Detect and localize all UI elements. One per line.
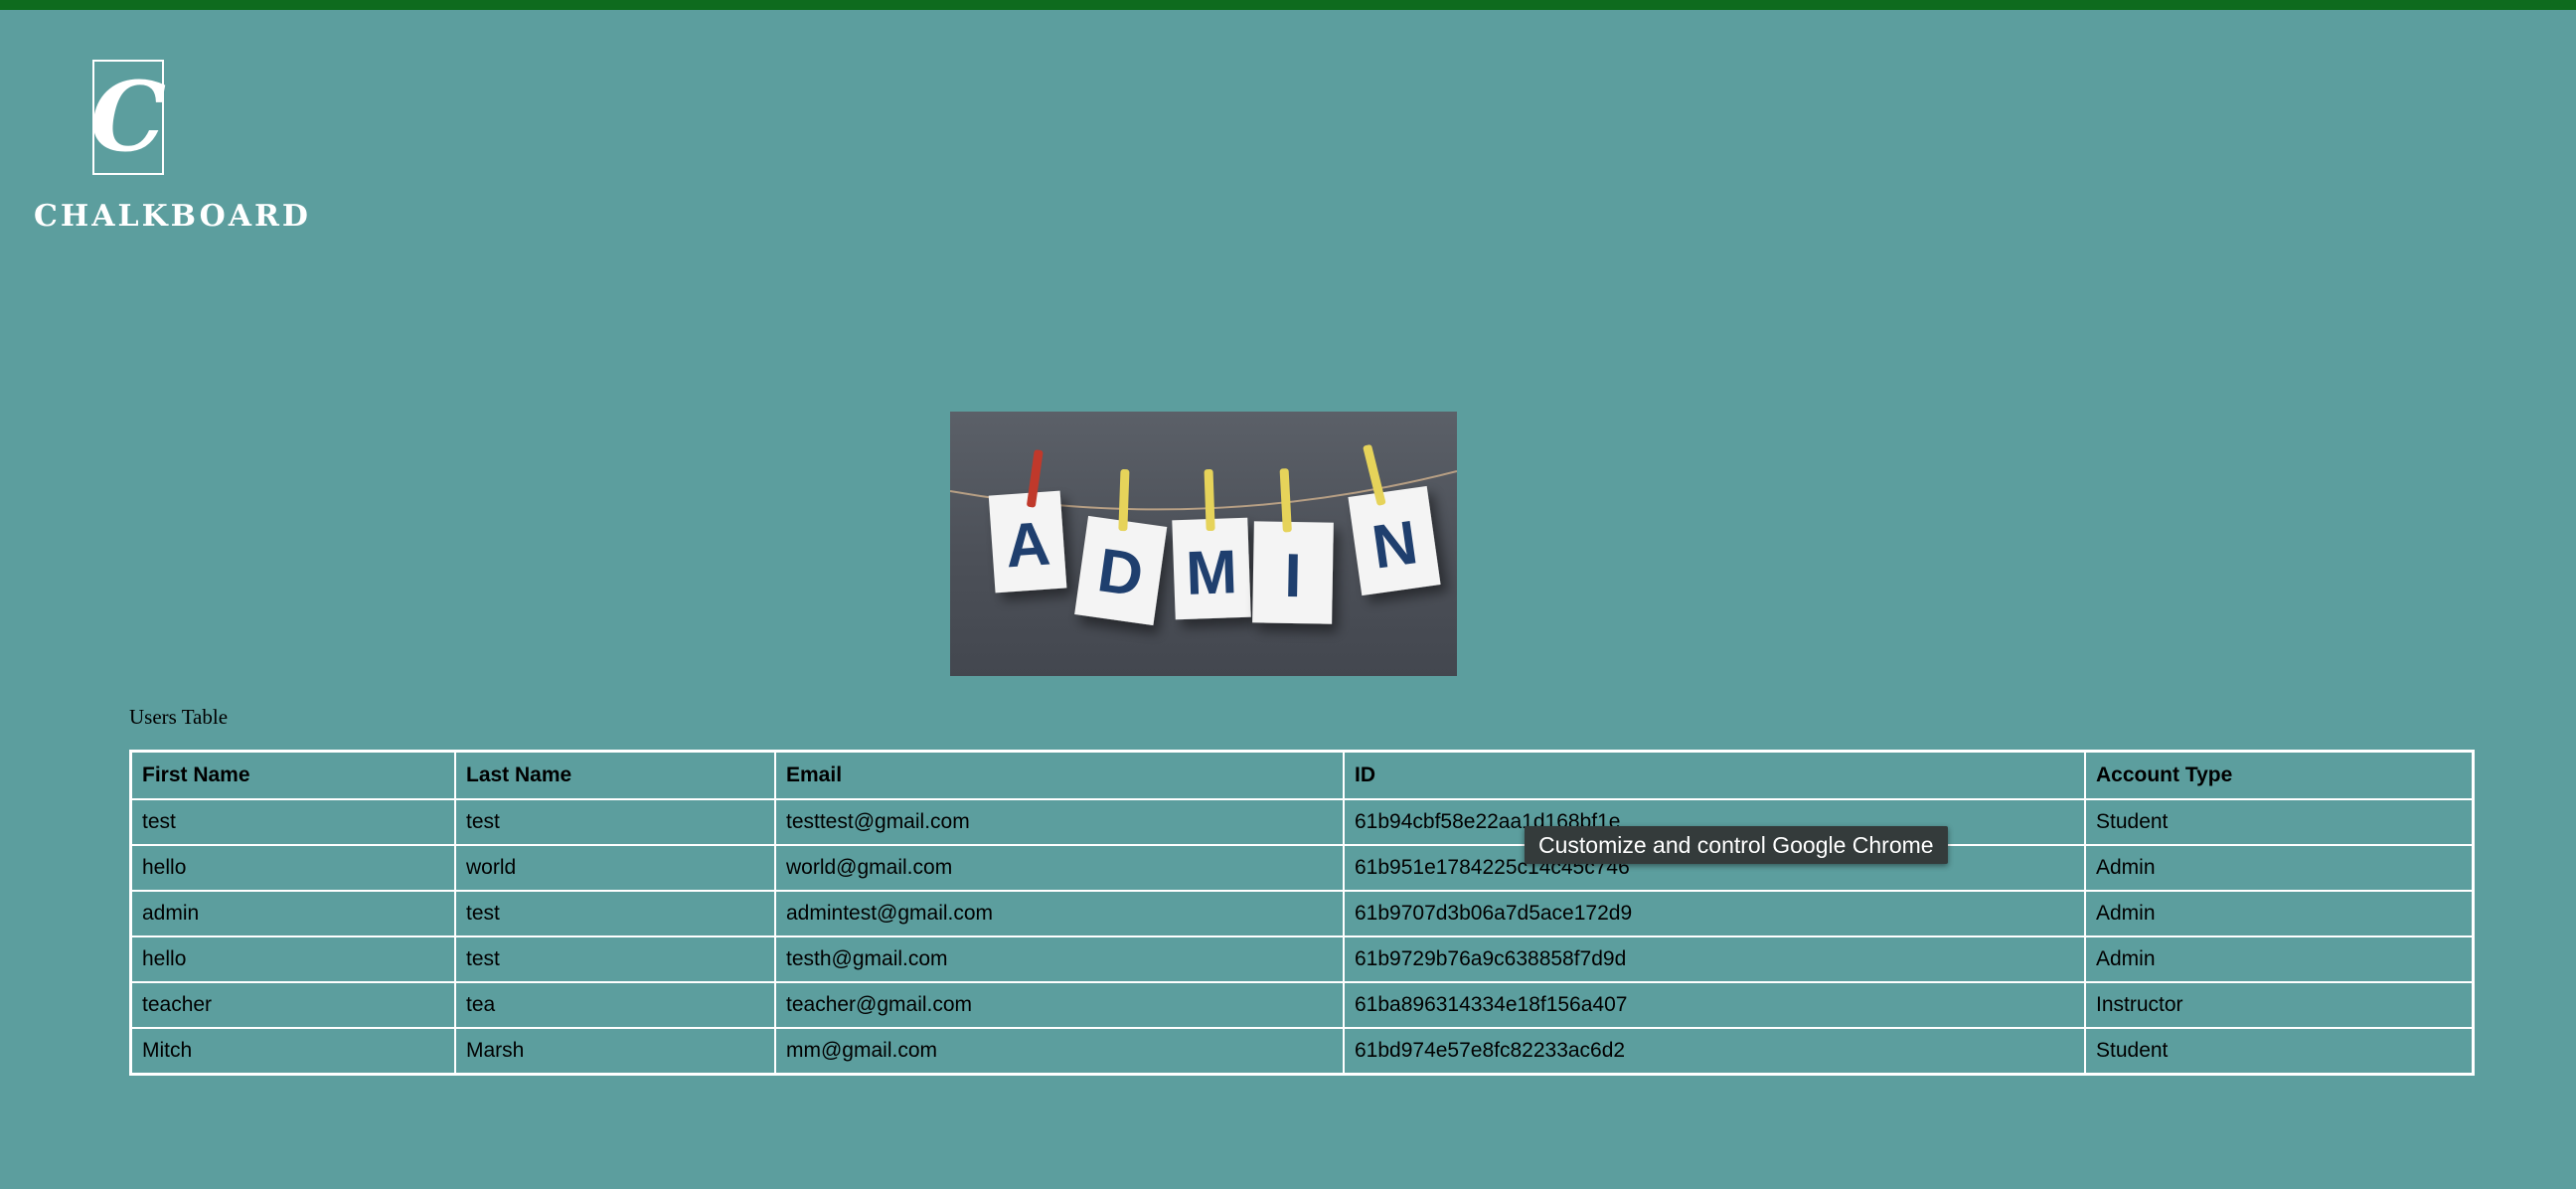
- cell-first-name: admin: [131, 891, 455, 936]
- cell-id: 61bd974e57e8fc82233ac6d2: [1344, 1028, 2085, 1074]
- cell-id: 61b9729b76a9c638858f7d9d: [1344, 936, 2085, 982]
- banner-letter-a: A: [1004, 510, 1052, 582]
- header-account-type: Account Type: [2085, 752, 2473, 799]
- cell-email: testh@gmail.com: [775, 936, 1344, 982]
- cell-account-type: Student: [2085, 1028, 2473, 1074]
- cell-email: mm@gmail.com: [775, 1028, 1344, 1074]
- header-first-name: First Name: [131, 752, 455, 799]
- logo-text: CHALKBOARD: [34, 199, 311, 234]
- cell-email: world@gmail.com: [775, 845, 1344, 891]
- cell-account-type: Admin: [2085, 936, 2473, 982]
- table-row: admin test admintest@gmail.com 61b9707d3…: [131, 891, 2473, 936]
- chalkboard-logo[interactable]: C CHALKBOARD: [34, 60, 311, 234]
- cell-account-type: Student: [2085, 799, 2473, 845]
- header-id: ID: [1344, 752, 2085, 799]
- cell-email: testtest@gmail.com: [775, 799, 1344, 845]
- cell-first-name: teacher: [131, 982, 455, 1028]
- logo-icon: C: [89, 60, 167, 175]
- banner-card-m: M: [1172, 468, 1251, 620]
- chrome-menu-tooltip: Customize and control Google Chrome: [1525, 826, 1948, 864]
- banner-card-a: A: [988, 449, 1067, 594]
- cell-last-name: test: [455, 799, 775, 845]
- cell-first-name: test: [131, 799, 455, 845]
- banner-letter-i: I: [1284, 542, 1302, 610]
- cell-account-type: Admin: [2085, 845, 2473, 891]
- cell-first-name: hello: [131, 845, 455, 891]
- cell-account-type: Admin: [2085, 891, 2473, 936]
- table-row: hello world world@gmail.com 61b951e17842…: [131, 845, 2473, 891]
- cell-id: 61b9707d3b06a7d5ace172d9: [1344, 891, 2085, 936]
- header-last-name: Last Name: [455, 752, 775, 799]
- table-row: hello test testh@gmail.com 61b9729b76a9c…: [131, 936, 2473, 982]
- table-header-row: First Name Last Name Email ID Account Ty…: [131, 752, 2473, 799]
- top-bar: [0, 0, 2576, 10]
- banner-card-n: N: [1348, 444, 1441, 596]
- cell-last-name: Marsh: [455, 1028, 775, 1074]
- banner-letter-n: N: [1368, 508, 1422, 583]
- cell-last-name: test: [455, 936, 775, 982]
- header-email: Email: [775, 752, 1344, 799]
- banner-card-i: I: [1252, 468, 1334, 624]
- cell-id: 61ba896314334e18f156a407: [1344, 982, 2085, 1028]
- users-table-caption: Users Table: [129, 705, 229, 729]
- banner-letter-d: D: [1093, 536, 1147, 610]
- cell-last-name: tea: [455, 982, 775, 1028]
- table-row: Mitch Marsh mm@gmail.com 61bd974e57e8fc8…: [131, 1028, 2473, 1074]
- admin-banner-image: A D M I N: [950, 412, 1457, 676]
- cell-email: teacher@gmail.com: [775, 982, 1344, 1028]
- users-table: First Name Last Name Email ID Account Ty…: [129, 750, 2475, 1076]
- logo-letter: C: [89, 61, 167, 173]
- cell-last-name: world: [455, 845, 775, 891]
- banner-card-d: D: [1074, 469, 1168, 626]
- cell-first-name: hello: [131, 936, 455, 982]
- table-row: teacher tea teacher@gmail.com 61ba896314…: [131, 982, 2473, 1028]
- cell-email: admintest@gmail.com: [775, 891, 1344, 936]
- banner-letter-m: M: [1185, 538, 1238, 608]
- cell-account-type: Instructor: [2085, 982, 2473, 1028]
- cell-first-name: Mitch: [131, 1028, 455, 1074]
- cell-last-name: test: [455, 891, 775, 936]
- table-row: test test testtest@gmail.com 61b94cbf58e…: [131, 799, 2473, 845]
